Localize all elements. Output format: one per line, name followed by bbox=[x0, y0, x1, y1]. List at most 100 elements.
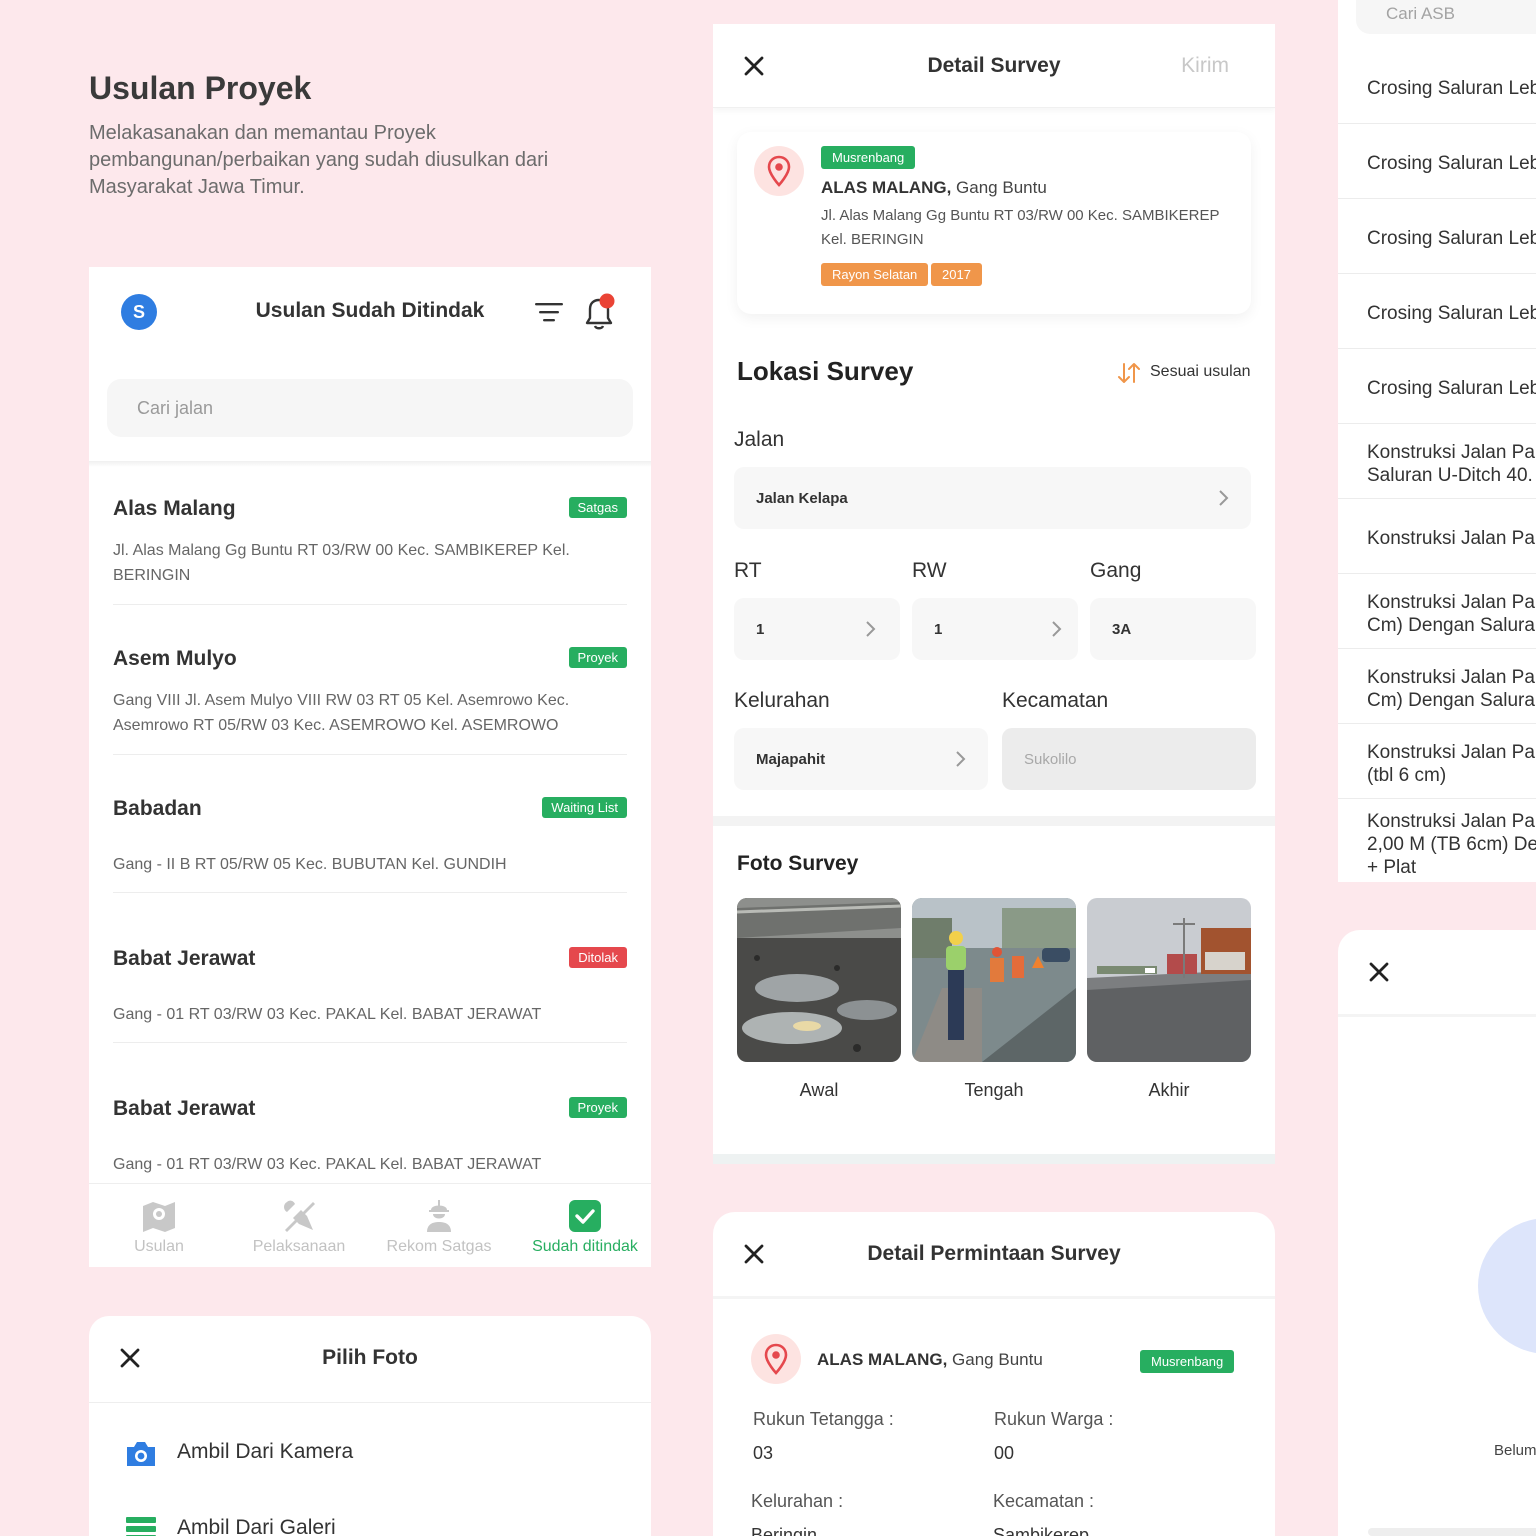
list-screen: S Usulan Sudah Ditindak Alas Malang Satg… bbox=[89, 267, 651, 1267]
region-tag: Rayon Selatan bbox=[821, 263, 929, 286]
rw-label: Rukun Warga : bbox=[994, 1409, 1114, 1429]
field-value: 1 bbox=[934, 621, 943, 638]
rt-value: 03 bbox=[753, 1443, 774, 1463]
field-value: Majapahit bbox=[756, 751, 826, 768]
nav-label: Sudah ditindak bbox=[532, 1238, 638, 1255]
list-item[interactable]: Crosing Saluran Leb bbox=[1367, 227, 1536, 250]
item-address: Jl. Alas Malang Gg Buntu RT 03/RW 00 Kec… bbox=[113, 542, 570, 584]
list-item[interactable]: Crosing Saluran Leb bbox=[1367, 152, 1536, 175]
nav-label: Pelaksanaan bbox=[252, 1238, 346, 1255]
map-icon bbox=[143, 1202, 175, 1232]
list-header: S Usulan Sudah Ditindak bbox=[89, 267, 651, 357]
close-icon[interactable] bbox=[1368, 961, 1390, 983]
bottom-nav: Usulan Pelaksanaan Rekom Satgas Sudah di… bbox=[89, 1183, 651, 1267]
field-label: Jalan bbox=[734, 428, 785, 451]
list-item[interactable]: Babat Jerawat Ditolak Gang - 01 RT 03/RW… bbox=[113, 947, 627, 1043]
field-value: Jalan Kelapa bbox=[756, 490, 848, 507]
status-badge: Satgas bbox=[568, 497, 627, 518]
field-value: 1 bbox=[756, 621, 765, 638]
jalan-select[interactable]: Jalan Kelapa bbox=[734, 467, 1251, 529]
item-name: Babat Jerawat bbox=[113, 947, 256, 970]
page-description: Melakasanakan dan memantau Proyek pemban… bbox=[89, 122, 549, 198]
list-item[interactable]: Babadan Waiting List Gang - II B RT 05/R… bbox=[113, 797, 627, 893]
location-address: Jl. Alas Malang Gg Buntu RT 03/RW 00 Kec… bbox=[821, 207, 1220, 248]
year-tag: 2017 bbox=[931, 263, 982, 286]
photo-road bbox=[1087, 898, 1251, 1062]
option-label: Ambil Dari Kamera bbox=[177, 1440, 354, 1463]
location-name: ALAS MALANG, Gang Buntu bbox=[817, 1350, 1043, 1370]
location-pin bbox=[751, 1334, 801, 1384]
location-name: ALAS MALANG, Gang Buntu bbox=[821, 178, 1047, 198]
divider bbox=[1338, 573, 1536, 574]
section-title: Lokasi Survey bbox=[737, 356, 914, 386]
item-name: Babat Jerawat bbox=[113, 1097, 256, 1120]
list-item[interactable]: Konstruksi Jalan Pa Cm) Dengan Saluran bbox=[1367, 591, 1536, 637]
source-tag: Musrenbang bbox=[821, 146, 916, 169]
divider bbox=[1338, 198, 1536, 199]
kecamatan-field: Sukolilo bbox=[1002, 728, 1256, 790]
list-item[interactable]: Asem Mulyo Proyek Gang VIII Jl. Asem Mul… bbox=[113, 647, 627, 755]
worker-icon bbox=[427, 1200, 451, 1232]
divider bbox=[1338, 348, 1536, 349]
pin-icon bbox=[764, 1343, 788, 1375]
photo-workers bbox=[912, 898, 1076, 1062]
photo-akhir[interactable] bbox=[1087, 898, 1251, 1062]
bell-icon[interactable] bbox=[581, 293, 617, 331]
rw-select[interactable]: 1 bbox=[912, 598, 1078, 660]
photo-tengah[interactable] bbox=[912, 898, 1076, 1062]
list-item[interactable]: Konstruksi Jalan Pa Saluran U-Ditch 40. bbox=[1367, 441, 1536, 487]
nav-usulan[interactable]: Usulan bbox=[89, 1184, 229, 1267]
detail-survey-screen: Detail Survey Kirim Musrenbang ALAS MALA… bbox=[713, 24, 1275, 1164]
list-item[interactable]: Crosing Saluran Leb bbox=[1367, 77, 1536, 100]
filter-icon[interactable] bbox=[535, 301, 563, 323]
list-item[interactable]: Crosing Saluran Leb bbox=[1367, 302, 1536, 325]
photo-pothole bbox=[737, 898, 901, 1062]
nav-rekom-satgas[interactable]: Rekom Satgas bbox=[369, 1184, 509, 1267]
list-item[interactable]: Konstruksi Jalan Pa (tbl 6 cm) bbox=[1367, 741, 1536, 787]
photo-label: Akhir bbox=[1148, 1080, 1190, 1100]
list-item[interactable]: Konstruksi Jalan Pa bbox=[1367, 527, 1536, 550]
item-name: Alas Malang bbox=[113, 497, 236, 520]
sort-label: Sesuai usulan bbox=[1150, 363, 1251, 380]
list-item[interactable]: Crosing Saluran Leb bbox=[1367, 377, 1536, 400]
divider bbox=[1338, 123, 1536, 124]
list-item[interactable]: Alas Malang Satgas Jl. Alas Malang Gg Bu… bbox=[113, 497, 627, 605]
divider bbox=[1338, 423, 1536, 424]
nav-pelaksanaan[interactable]: Pelaksanaan bbox=[229, 1184, 369, 1267]
photo-awal[interactable] bbox=[737, 898, 901, 1062]
list-item[interactable]: Konstruksi Jalan Pa 2,00 M (TB 6cm) De +… bbox=[1367, 810, 1536, 879]
status-badge: Proyek bbox=[568, 1097, 627, 1118]
search-input[interactable] bbox=[107, 379, 633, 437]
chevron-right-icon bbox=[1052, 621, 1062, 637]
gang-input[interactable]: 3A bbox=[1090, 598, 1256, 660]
item-address: Gang - II B RT 05/RW 05 Kec. BUBUTAN Kel… bbox=[113, 856, 507, 873]
list-item[interactable]: Konstruksi Jalan Pa Cm) Dengan Saluran bbox=[1367, 666, 1536, 712]
page-title: Usulan Proyek bbox=[89, 70, 312, 106]
empty-message: Belum bbox=[1494, 1442, 1536, 1459]
divider bbox=[1338, 273, 1536, 274]
location-name-rest: Gang Buntu bbox=[947, 1350, 1043, 1369]
location-name-rest: Gang Buntu bbox=[951, 178, 1047, 197]
nav-label: Rekom Satgas bbox=[386, 1238, 492, 1255]
kelurahan-value: Beringin bbox=[751, 1525, 818, 1536]
list-item[interactable]: Babat Jerawat Proyek Gang - 01 RT 03/RW … bbox=[113, 1097, 627, 1193]
photo-label: Tengah bbox=[964, 1080, 1024, 1100]
divider bbox=[89, 461, 651, 467]
divider bbox=[1338, 1014, 1536, 1017]
rt-select[interactable]: 1 bbox=[734, 598, 900, 660]
asb-list-screen: Cari ASB Crosing Saluran Leb Crosing Sal… bbox=[1338, 0, 1536, 882]
kelurahan-select[interactable]: Majapahit bbox=[734, 728, 988, 790]
field-label: RT bbox=[734, 559, 762, 582]
rt-label: Rukun Tetangga : bbox=[753, 1409, 894, 1429]
status-badge: Waiting List bbox=[542, 797, 627, 818]
search-field[interactable] bbox=[107, 379, 633, 437]
nav-sudah-ditindak[interactable]: Sudah ditindak bbox=[515, 1184, 651, 1267]
send-button[interactable]: Kirim bbox=[1181, 54, 1229, 78]
check-icon bbox=[569, 1200, 601, 1232]
location-card: Musrenbang ALAS MALANG, Gang Buntu Jl. A… bbox=[737, 132, 1251, 314]
sheet-title: Pilih Foto bbox=[322, 1346, 418, 1369]
search-field[interactable]: Cari ASB bbox=[1356, 0, 1536, 34]
field-label: RW bbox=[912, 559, 947, 582]
divider bbox=[1338, 723, 1536, 724]
field-label: Gang bbox=[1090, 559, 1142, 582]
